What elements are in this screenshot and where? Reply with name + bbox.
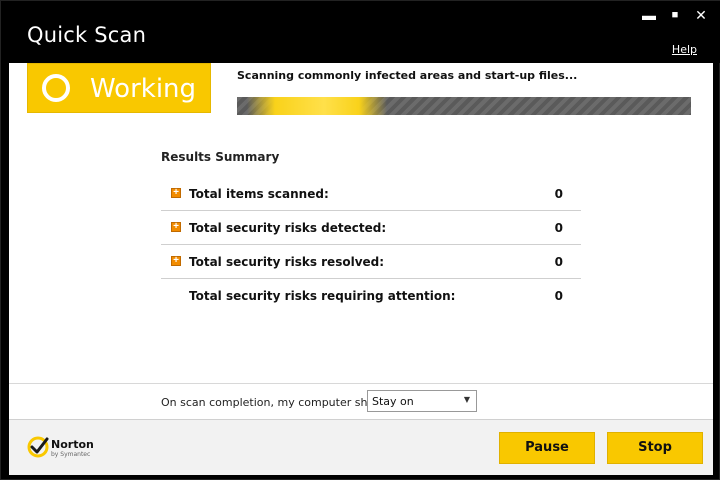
scan-content: Working Scanning commonly infected areas… <box>9 63 713 383</box>
expand-icon[interactable]: + <box>171 256 181 266</box>
result-value: 0 <box>554 289 563 303</box>
status-label: Working <box>90 74 197 104</box>
result-label: Total items scanned: <box>189 187 329 201</box>
result-row: + Total items scanned: 0 <box>161 177 581 211</box>
status-circle-icon <box>42 74 70 102</box>
result-label: Total security risks requiring attention… <box>189 289 456 303</box>
result-value: 0 <box>554 255 563 269</box>
minimize-icon[interactable]: ▬ <box>641 7 657 23</box>
stop-button[interactable]: Stop <box>607 432 703 464</box>
results-summary-title: Results Summary <box>161 150 280 164</box>
brand-name: Norton <box>51 438 94 451</box>
result-row: Total security risks requiring attention… <box>161 279 581 313</box>
close-icon[interactable]: ✕ <box>693 7 709 23</box>
completion-select[interactable]: Stay on ▼ <box>367 390 477 412</box>
result-label: Total security risks resolved: <box>189 255 385 269</box>
result-label: Total security risks detected: <box>189 221 387 235</box>
completion-options: On scan completion, my computer should: … <box>9 383 713 419</box>
pause-button[interactable]: Pause <box>499 432 595 464</box>
progress-indicator <box>247 97 387 115</box>
maximize-icon[interactable]: ■ <box>667 7 683 23</box>
scan-progress-bar <box>237 97 691 115</box>
result-row: + Total security risks resolved: 0 <box>161 245 581 279</box>
help-link[interactable]: Help <box>672 43 697 56</box>
norton-logo: Norton by Symantec <box>27 436 107 464</box>
scan-caption: Scanning commonly infected areas and sta… <box>237 69 578 82</box>
quick-scan-window: Quick Scan ▬ ■ ✕ Help Working Scanning c… <box>0 0 720 480</box>
window-title: Quick Scan <box>27 23 147 47</box>
completion-selected-value: Stay on <box>372 395 414 408</box>
footer: Norton by Symantec Pause Stop <box>9 419 713 475</box>
results-summary: Results Summary + Total items scanned: 0… <box>161 149 581 313</box>
result-value: 0 <box>554 187 563 201</box>
expand-icon[interactable]: + <box>171 222 181 232</box>
completion-label: On scan completion, my computer should: <box>161 396 395 409</box>
result-value: 0 <box>554 221 563 235</box>
title-bar: Quick Scan ▬ ■ ✕ Help <box>1 1 720 63</box>
brand-sub: by Symantec <box>51 451 91 458</box>
expand-icon[interactable]: + <box>171 188 181 198</box>
chevron-down-icon: ▼ <box>463 395 470 404</box>
result-row: + Total security risks detected: 0 <box>161 211 581 245</box>
norton-check-icon <box>27 436 49 458</box>
status-tile: Working <box>27 63 211 113</box>
